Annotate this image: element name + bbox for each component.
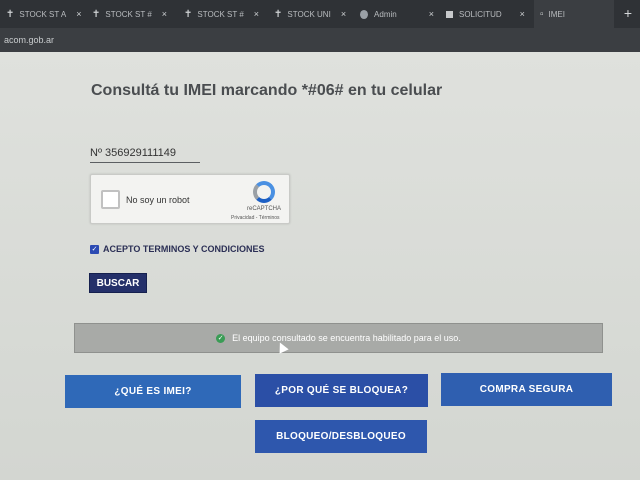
safe-purchase-button[interactable]: COMPRA SEGURA [441, 373, 612, 406]
captcha-label: No soy un robot [126, 195, 190, 205]
what-is-imei-button[interactable]: ¿QUÉ ES IMEI? [65, 375, 241, 408]
tab-label: IMEI [548, 9, 565, 19]
page-title: Consultá tu IMEI marcando *#06# en tu ce… [91, 82, 443, 99]
tab-admin[interactable]: Admin × [354, 0, 440, 28]
terms-label: ACEPTO TERMINOS Y CONDICIONES [103, 244, 265, 254]
imei-input[interactable]: Nº 356929111149 [90, 147, 200, 163]
tab-solicitud[interactable]: SOLICITUD × [440, 0, 534, 28]
cross-icon: ✝ [274, 8, 283, 20]
tab-label: STOCK ST # [197, 9, 244, 19]
captcha-checkbox[interactable] [101, 190, 120, 209]
address-bar[interactable]: acom.gob.ar [0, 28, 640, 52]
cross-icon: ✝ [6, 8, 15, 20]
checkbox-checked-icon[interactable]: ✓ [90, 244, 99, 254]
cross-icon: ✝ [184, 8, 193, 20]
captcha-brand: reCAPTCHA [247, 206, 282, 212]
url-text: acom.gob.ar [4, 35, 55, 45]
tab-label: Admin [374, 9, 397, 19]
cross-icon: ✝ [92, 8, 101, 20]
page-icon: ▫ [540, 8, 544, 20]
browser-tab-bar: ✝ STOCK ST A × ✝ STOCK ST # × ✝ STOCK ST… [0, 0, 640, 28]
status-text: El equipo consultado se encuentra habili… [232, 333, 461, 343]
close-icon[interactable]: × [429, 9, 434, 19]
block-unblock-button[interactable]: BLOQUEO/DESBLOQUEO [255, 420, 427, 453]
close-icon[interactable]: × [341, 9, 346, 19]
why-blocked-button[interactable]: ¿POR QUÉ SE BLOQUEA? [255, 374, 428, 407]
close-icon[interactable]: × [162, 9, 167, 19]
globe-icon [360, 9, 369, 19]
status-message-bar: ✓ El equipo consultado se encuentra habi… [74, 323, 603, 353]
tab-imei[interactable]: ▫ IMEI [534, 0, 614, 28]
recaptcha-widget: No soy un robot reCAPTCHA Privacidad - T… [90, 174, 290, 224]
tab-label: STOCK ST # [105, 9, 152, 19]
tab-label: STOCK ST A [19, 9, 67, 19]
captcha-links[interactable]: Privacidad - Términos [231, 215, 280, 221]
tab-stock-uni[interactable]: ✝ STOCK UNI × [268, 0, 354, 28]
terms-checkbox-row[interactable]: ✓ ACEPTO TERMINOS Y CONDICIONES [90, 244, 265, 254]
tab-label: SOLICITUD [459, 9, 502, 19]
tab-stock-1[interactable]: ✝ STOCK ST A × [0, 0, 86, 28]
check-circle-icon: ✓ [216, 333, 226, 343]
grid-icon [446, 10, 453, 18]
tab-label: STOCK UNI [287, 9, 331, 19]
page-content: Consultá tu IMEI marcando *#06# en tu ce… [0, 52, 640, 480]
tab-stock-3[interactable]: ✝ STOCK ST # × [178, 0, 268, 28]
search-button[interactable]: BUSCAR [89, 273, 147, 293]
new-tab-button[interactable]: + [624, 5, 632, 21]
close-icon[interactable]: × [520, 9, 525, 19]
recaptcha-icon [253, 181, 275, 203]
tab-stock-2[interactable]: ✝ STOCK ST # × [86, 0, 178, 28]
close-icon[interactable]: × [76, 9, 81, 19]
close-icon[interactable]: × [254, 9, 259, 19]
